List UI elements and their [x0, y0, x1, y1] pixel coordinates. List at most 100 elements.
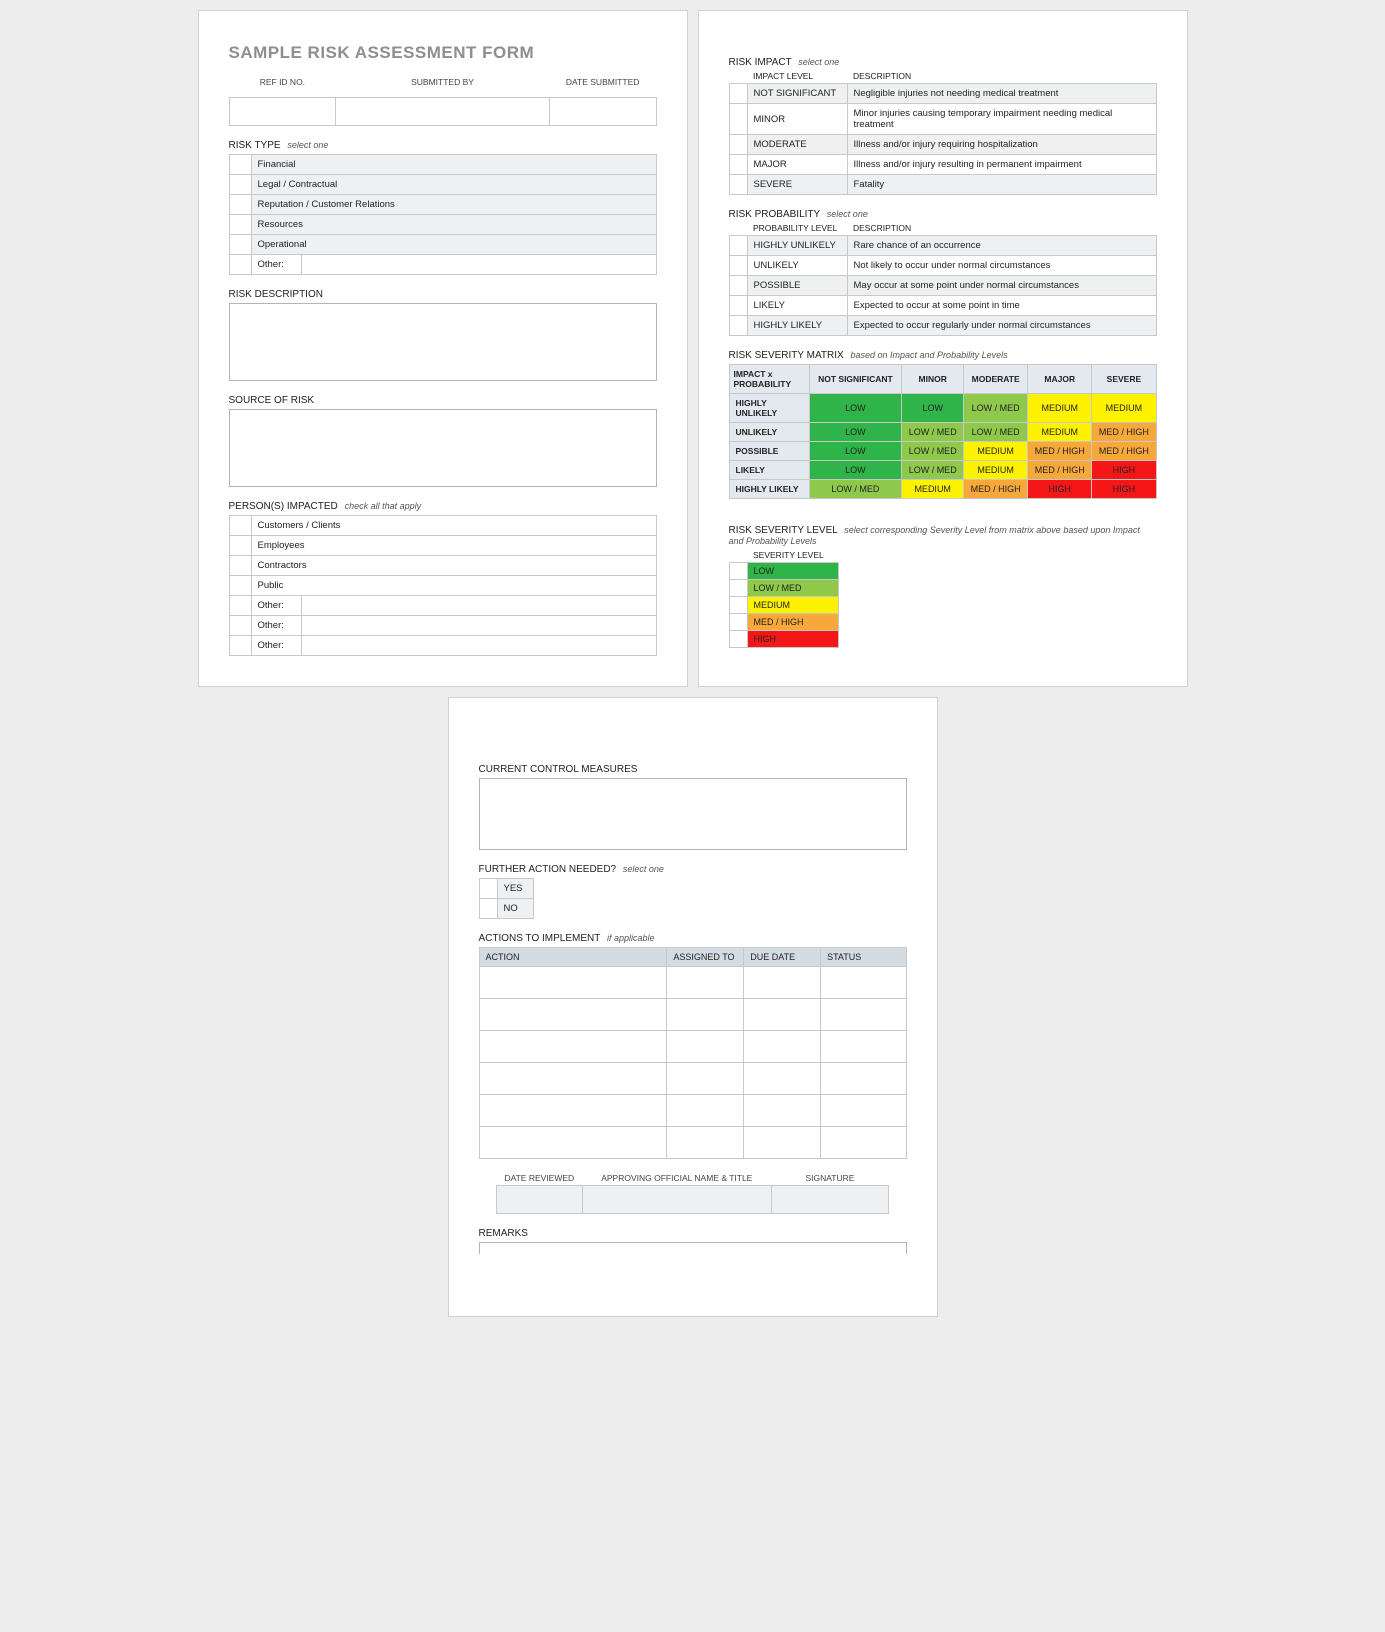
- actions-cell-0-2[interactable]: [744, 966, 821, 998]
- sev-col-label: SEVERITY LEVEL: [747, 550, 838, 563]
- further-option-1: NO: [497, 898, 533, 918]
- persons-select-1[interactable]: [229, 535, 251, 555]
- actions-cell-4-3[interactable]: [821, 1094, 906, 1126]
- sev-select-4[interactable]: [729, 631, 747, 648]
- risk-description-field[interactable]: [229, 303, 657, 381]
- actions-cell-4-2[interactable]: [744, 1094, 821, 1126]
- actions-cell-4-1[interactable]: [667, 1094, 744, 1126]
- risk-type-select-2[interactable]: [229, 194, 251, 214]
- risk-type-select-1[interactable]: [229, 174, 251, 194]
- impact-select-4[interactable]: [729, 175, 747, 195]
- matrix-cell-1-4: MED / HIGH: [1092, 423, 1156, 442]
- risk-type-select-3[interactable]: [229, 214, 251, 234]
- persons-other-input-2[interactable]: [301, 635, 656, 655]
- severity-level-label-text: RISK SEVERITY LEVEL: [729, 525, 838, 536]
- meta-date-cell[interactable]: [549, 97, 656, 125]
- persons-select-other-0[interactable]: [229, 595, 251, 615]
- matrix-row-1: UNLIKELY: [729, 423, 809, 442]
- impact-select-3[interactable]: [729, 155, 747, 175]
- persons-other-input-1[interactable]: [301, 615, 656, 635]
- actions-table: ACTIONASSIGNED TODUE DATESTATUS: [479, 947, 907, 1159]
- actions-cell-5-1[interactable]: [667, 1126, 744, 1158]
- risk-type-select-4[interactable]: [229, 234, 251, 254]
- impact-select-2[interactable]: [729, 135, 747, 155]
- actions-cell-3-2[interactable]: [744, 1062, 821, 1094]
- sev-option-1: LOW / MED: [747, 580, 838, 597]
- actions-cell-4-0[interactable]: [479, 1094, 667, 1126]
- matrix-label-text: RISK SEVERITY MATRIX: [729, 350, 844, 361]
- matrix-cell-2-2: MEDIUM: [964, 442, 1028, 461]
- matrix-cell-4-1: MEDIUM: [902, 480, 964, 499]
- actions-cell-3-3[interactable]: [821, 1062, 906, 1094]
- persons-impacted-hint: check all that apply: [345, 501, 422, 511]
- actions-cell-3-1[interactable]: [667, 1062, 744, 1094]
- risk-type-label: RISK TYPE select one: [229, 140, 657, 151]
- actions-cell-1-3[interactable]: [821, 998, 906, 1030]
- further-action-table: YES NO: [479, 878, 534, 919]
- actions-cell-1-1[interactable]: [667, 998, 744, 1030]
- actions-cell-2-1[interactable]: [667, 1030, 744, 1062]
- source-of-risk-field[interactable]: [229, 409, 657, 487]
- sev-select-0[interactable]: [729, 563, 747, 580]
- matrix-cell-3-0: LOW: [809, 461, 902, 480]
- meta-submitted-by-cell[interactable]: [336, 97, 550, 125]
- persons-select-other-1[interactable]: [229, 615, 251, 635]
- signoff-official-cell[interactable]: [583, 1185, 772, 1213]
- further-select-0[interactable]: [479, 878, 497, 898]
- prob-select-2[interactable]: [729, 276, 747, 296]
- matrix-cell-1-3: MEDIUM: [1028, 423, 1092, 442]
- actions-cell-3-0[interactable]: [479, 1062, 667, 1094]
- actions-cell-1-0[interactable]: [479, 998, 667, 1030]
- sev-select-2[interactable]: [729, 597, 747, 614]
- current-controls-field[interactable]: [479, 778, 907, 850]
- persons-select-3[interactable]: [229, 575, 251, 595]
- actions-cell-2-0[interactable]: [479, 1030, 667, 1062]
- impact-level-0: NOT SIGNIFICANT: [747, 84, 847, 104]
- further-action-hint: select one: [623, 864, 664, 874]
- meta-ref-cell[interactable]: [229, 97, 336, 125]
- persons-select-other-2[interactable]: [229, 635, 251, 655]
- persons-other-input-0[interactable]: [301, 595, 656, 615]
- impact-select-1[interactable]: [729, 104, 747, 135]
- actions-cell-0-3[interactable]: [821, 966, 906, 998]
- signoff-signature-cell[interactable]: [771, 1185, 889, 1213]
- prob-select-4[interactable]: [729, 316, 747, 336]
- remarks-field[interactable]: [479, 1242, 907, 1254]
- actions-cell-5-3[interactable]: [821, 1126, 906, 1158]
- matrix-corner: IMPACT x PROBABILITY: [729, 365, 809, 394]
- actions-cell-5-2[interactable]: [744, 1126, 821, 1158]
- prob-select-3[interactable]: [729, 296, 747, 316]
- impact-select-0[interactable]: [729, 84, 747, 104]
- matrix-row-2: POSSIBLE: [729, 442, 809, 461]
- severity-level-table: SEVERITY LEVEL LOW LOW / MED MEDIUM MED …: [729, 550, 839, 648]
- actions-cell-0-0[interactable]: [479, 966, 667, 998]
- risk-type-select-other[interactable]: [229, 254, 251, 274]
- further-select-1[interactable]: [479, 898, 497, 918]
- actions-cell-1-2[interactable]: [744, 998, 821, 1030]
- page-1: SAMPLE RISK ASSESSMENT FORM REF ID NO. S…: [198, 10, 688, 687]
- risk-type-other-input[interactable]: [301, 254, 656, 274]
- matrix-row-3: LIKELY: [729, 461, 809, 480]
- prob-select-1[interactable]: [729, 256, 747, 276]
- prob-col-level: PROBABILITY LEVEL: [747, 223, 847, 236]
- persons-select-0[interactable]: [229, 515, 251, 535]
- risk-type-select-0[interactable]: [229, 154, 251, 174]
- matrix-cell-0-0: LOW: [809, 394, 902, 423]
- persons-select-2[interactable]: [229, 555, 251, 575]
- further-action-label-text: FURTHER ACTION NEEDED?: [479, 864, 617, 875]
- sev-select-3[interactable]: [729, 614, 747, 631]
- signoff-date-cell[interactable]: [496, 1185, 582, 1213]
- sev-select-1[interactable]: [729, 580, 747, 597]
- actions-cell-0-1[interactable]: [667, 966, 744, 998]
- meta-table: REF ID NO. SUBMITTED BY DATE SUBMITTED: [229, 69, 657, 126]
- meta-header-submitted-by: SUBMITTED BY: [336, 69, 550, 97]
- prob-select-0[interactable]: [729, 236, 747, 256]
- actions-cell-5-0[interactable]: [479, 1126, 667, 1158]
- further-option-0: YES: [497, 878, 533, 898]
- persons-impacted-label-text: PERSON(S) IMPACTED: [229, 501, 338, 512]
- actions-cell-2-2[interactable]: [744, 1030, 821, 1062]
- actions-cell-2-3[interactable]: [821, 1030, 906, 1062]
- source-of-risk-label: SOURCE OF RISK: [229, 395, 657, 406]
- prob-level-3: LIKELY: [747, 296, 847, 316]
- risk-type-table: Financial Legal / Contractual Reputation…: [229, 154, 657, 275]
